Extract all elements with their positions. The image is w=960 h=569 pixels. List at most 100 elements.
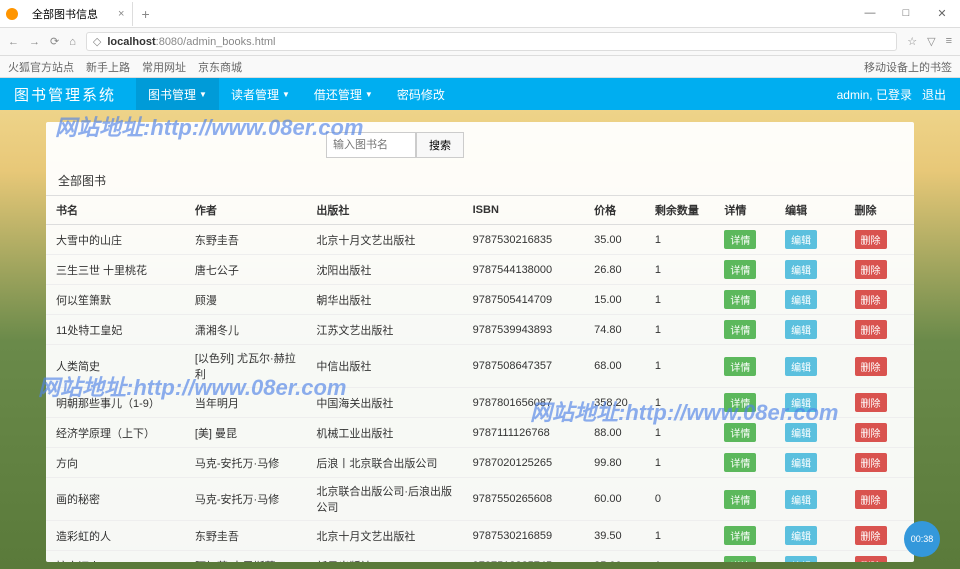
edit-button[interactable]: 编辑 bbox=[785, 526, 817, 545]
new-tab-button[interactable]: + bbox=[133, 6, 157, 22]
cell-name: 造彩虹的人 bbox=[46, 521, 185, 551]
delete-button[interactable]: 删除 bbox=[855, 357, 887, 376]
edit-button[interactable]: 编辑 bbox=[785, 423, 817, 442]
detail-button[interactable]: 详情 bbox=[724, 290, 756, 309]
table-row: 画的秘密马克-安托万·马修北京联合出版公司·后浪出版公司978755026560… bbox=[46, 478, 914, 521]
cell-author: 马克-安托万·马修 bbox=[185, 448, 307, 478]
bookmark-item[interactable]: 火狐官方站点 bbox=[8, 59, 74, 75]
url-input[interactable]: ◇ localhost:8080/admin_books.html bbox=[86, 32, 897, 51]
delete-button[interactable]: 删除 bbox=[855, 393, 887, 412]
delete-button[interactable]: 删除 bbox=[855, 260, 887, 279]
delete-button[interactable]: 删除 bbox=[855, 423, 887, 442]
browser-titlebar: 全部图书信息 × + — □ ✕ bbox=[0, 0, 960, 28]
nav-readers[interactable]: 读者管理▼ bbox=[219, 78, 302, 110]
cell-qty: 1 bbox=[645, 551, 714, 563]
cell-qty: 1 bbox=[645, 521, 714, 551]
cell-author: 当年明月 bbox=[185, 388, 307, 418]
window-close[interactable]: ✕ bbox=[924, 7, 960, 20]
edit-button[interactable]: 编辑 bbox=[785, 490, 817, 509]
tab-title: 全部图书信息 bbox=[32, 6, 98, 22]
bookmark-item[interactable]: 常用网址 bbox=[142, 59, 186, 75]
column-header: 作者 bbox=[185, 196, 307, 225]
pocket-icon[interactable]: ▽ bbox=[927, 35, 935, 48]
detail-button[interactable]: 详情 bbox=[724, 423, 756, 442]
table-row: 经济学原理（上下）[美] 曼昆机械工业出版社978711112676888.00… bbox=[46, 418, 914, 448]
window-maximize[interactable]: □ bbox=[888, 7, 924, 20]
cell-price: 68.00 bbox=[584, 345, 645, 388]
cell-publisher: 沈阳出版社 bbox=[306, 255, 462, 285]
column-header: 编辑 bbox=[775, 196, 844, 225]
cell-author: 唐七公子 bbox=[185, 255, 307, 285]
app-navbar: 图书管理系统 图书管理▼ 读者管理▼ 借还管理▼ 密码修改 admin, 已登录… bbox=[0, 78, 960, 110]
edit-button[interactable]: 编辑 bbox=[785, 320, 817, 339]
detail-button[interactable]: 详情 bbox=[724, 260, 756, 279]
delete-button[interactable]: 删除 bbox=[855, 230, 887, 249]
cell-author: 马克-安托万·马修 bbox=[185, 478, 307, 521]
cell-qty: 1 bbox=[645, 418, 714, 448]
nav-refresh-icon[interactable]: ⟳ bbox=[50, 35, 59, 48]
cell-isbn: 9787020125265 bbox=[463, 448, 585, 478]
cell-qty: 1 bbox=[645, 448, 714, 478]
cell-qty: 0 bbox=[645, 478, 714, 521]
window-minimize[interactable]: — bbox=[852, 7, 888, 20]
cell-price: 74.80 bbox=[584, 315, 645, 345]
cell-name: 大雪中的山庄 bbox=[46, 225, 185, 255]
delete-button[interactable]: 删除 bbox=[855, 526, 887, 545]
bookmark-item[interactable]: 新手上路 bbox=[86, 59, 130, 75]
detail-button[interactable]: 详情 bbox=[724, 320, 756, 339]
delete-button[interactable]: 删除 bbox=[855, 556, 887, 562]
cell-price: 358.20 bbox=[584, 388, 645, 418]
nav-password[interactable]: 密码修改 bbox=[385, 78, 457, 110]
nav-borrow[interactable]: 借还管理▼ bbox=[302, 78, 385, 110]
edit-button[interactable]: 编辑 bbox=[785, 290, 817, 309]
edit-button[interactable]: 编辑 bbox=[785, 260, 817, 279]
detail-button[interactable]: 详情 bbox=[724, 526, 756, 545]
bookmark-item[interactable]: 京东商城 bbox=[198, 59, 242, 75]
edit-button[interactable]: 编辑 bbox=[785, 556, 817, 562]
cell-qty: 1 bbox=[645, 255, 714, 285]
cell-name: 明朝那些事儿（1-9） bbox=[46, 388, 185, 418]
detail-button[interactable]: 详情 bbox=[724, 556, 756, 562]
cell-price: 35.00 bbox=[584, 225, 645, 255]
search-input[interactable] bbox=[326, 132, 416, 158]
table-row: 何以笙箫默顾漫朝华出版社978750541470915.001详情编辑删除 bbox=[46, 285, 914, 315]
column-header: ISBN bbox=[463, 196, 585, 225]
logout-button[interactable]: 退出 bbox=[922, 86, 946, 103]
menu-icon[interactable]: ≡ bbox=[946, 35, 952, 48]
cell-author: [以色列] 尤瓦尔·赫拉利 bbox=[185, 345, 307, 388]
column-header: 剩余数量 bbox=[645, 196, 714, 225]
nav-books[interactable]: 图书管理▼ bbox=[136, 78, 219, 110]
search-button[interactable]: 搜索 bbox=[416, 132, 464, 158]
tab-close-icon[interactable]: × bbox=[118, 8, 124, 20]
cell-publisher: 北京十月文艺出版社 bbox=[306, 521, 462, 551]
bookmark-right[interactable]: 移动设备上的书签 bbox=[864, 59, 952, 75]
cell-price: 26.80 bbox=[584, 255, 645, 285]
bookmark-star-icon[interactable]: ☆ bbox=[907, 35, 917, 48]
detail-button[interactable]: 详情 bbox=[724, 230, 756, 249]
delete-button[interactable]: 删除 bbox=[855, 290, 887, 309]
nav-back-icon[interactable]: ← bbox=[8, 36, 19, 48]
detail-button[interactable]: 详情 bbox=[724, 357, 756, 376]
edit-button[interactable]: 编辑 bbox=[785, 357, 817, 376]
detail-button[interactable]: 详情 bbox=[724, 490, 756, 509]
cell-isbn: 9787550265608 bbox=[463, 478, 585, 521]
detail-button[interactable]: 详情 bbox=[724, 453, 756, 472]
cell-publisher: 中信出版社 bbox=[306, 345, 462, 388]
cell-qty: 1 bbox=[645, 315, 714, 345]
detail-button[interactable]: 详情 bbox=[724, 393, 756, 412]
main-content: 搜索 全部图书 书名作者出版社ISBN价格剩余数量详情编辑删除 大雪中的山庄东野… bbox=[46, 122, 914, 562]
cell-publisher: 机械工业出版社 bbox=[306, 418, 462, 448]
browser-tab[interactable]: 全部图书信息 × bbox=[24, 2, 133, 26]
cell-publisher: 朝华出版社 bbox=[306, 285, 462, 315]
nav-home-icon[interactable]: ⌂ bbox=[69, 36, 76, 48]
delete-button[interactable]: 删除 bbox=[855, 453, 887, 472]
delete-button[interactable]: 删除 bbox=[855, 490, 887, 509]
edit-button[interactable]: 编辑 bbox=[785, 230, 817, 249]
edit-button[interactable]: 编辑 bbox=[785, 453, 817, 472]
nav-forward-icon: → bbox=[29, 36, 40, 48]
delete-button[interactable]: 删除 bbox=[855, 320, 887, 339]
cell-qty: 1 bbox=[645, 225, 714, 255]
edit-button[interactable]: 编辑 bbox=[785, 393, 817, 412]
url-bar: ← → ⟳ ⌂ ◇ localhost:8080/admin_books.htm… bbox=[0, 28, 960, 56]
books-table: 书名作者出版社ISBN价格剩余数量详情编辑删除 大雪中的山庄东野圭吾北京十月文艺… bbox=[46, 195, 914, 562]
